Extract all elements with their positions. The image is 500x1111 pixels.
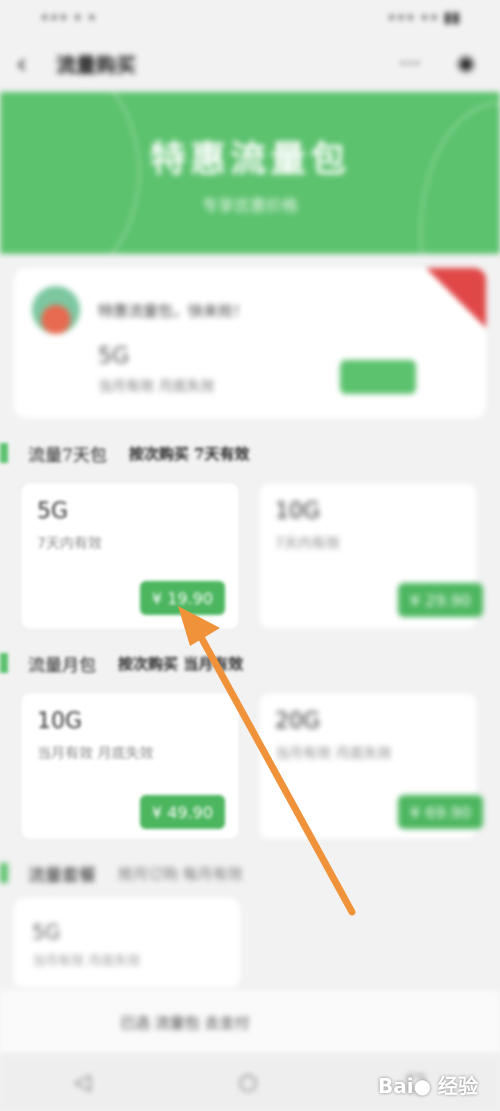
annotation-arrow-icon: [178, 606, 356, 916]
